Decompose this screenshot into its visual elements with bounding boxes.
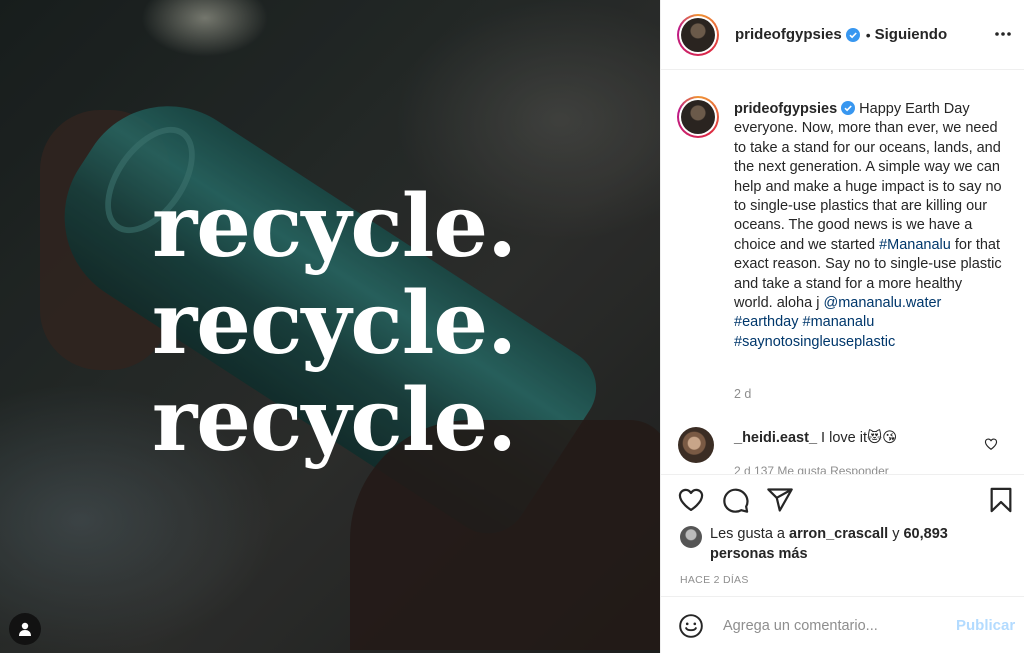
add-comment-bar: Publicar [661,596,1024,653]
post-caption: prideofgypsies Happy Earth Day everyone.… [734,100,1004,352]
bookmark-icon[interactable] [987,486,1015,514]
verified-badge-icon [841,101,856,115]
emoji-icon[interactable] [678,613,704,639]
avatar[interactable] [677,13,719,56]
hashtag-link[interactable]: #saynotosingleuseplastic [734,334,895,350]
image-headline: recycle. recycle. recycle. [152,176,517,471]
post-panel: prideofgypsies • Siguiendo prideofgypsie… [660,0,1024,653]
avatar[interactable] [680,526,702,548]
comment-input[interactable] [723,614,943,638]
action-bar: Les gusta a arron_crascall y 60,893 pers… [661,474,1024,596]
like-comment-heart-icon[interactable] [984,437,998,451]
more-options-icon[interactable] [993,24,1013,44]
comment-text: I love it😻😘 [821,430,898,446]
heart-icon[interactable] [677,486,705,514]
publish-button[interactable]: Publicar [956,617,1015,634]
avatar[interactable] [677,96,719,138]
mention-link[interactable]: @mananalu.water [823,295,941,311]
hashtag-link[interactable]: #mananalu [803,314,875,330]
caption-text: Happy Earth Day everyone. Now, more than… [734,101,1002,253]
comment-item: _heidi.east_ I love it😻😘 [734,430,897,446]
separator-dot: • [865,26,871,43]
comment-meta: 2 d 137 Me gusta Responder [734,464,889,474]
user-tag-button[interactable] [9,613,41,645]
hashtag-link[interactable]: #earthday [734,314,799,330]
likes-user[interactable]: arron_crascall [789,526,888,542]
comments-section[interactable]: prideofgypsies Happy Earth Day everyone.… [661,71,1024,474]
share-icon[interactable] [766,486,794,514]
caption-username[interactable]: prideofgypsies [734,101,837,117]
header-username[interactable]: prideofgypsies [735,26,842,43]
caption-time[interactable]: 2 d [734,387,751,401]
hashtag-link[interactable]: #Mananalu [879,237,951,253]
verified-badge-icon [845,27,860,42]
comment-icon[interactable] [722,486,750,514]
user-tag-icon [19,622,31,636]
headline-line: recycle. [152,370,517,471]
follow-button[interactable]: Siguiendo [875,26,948,43]
headline-line: recycle. [152,176,517,277]
post-date[interactable]: HACE 2 DÍAS [680,574,749,586]
avatar[interactable] [678,427,714,463]
likes-conj: y [892,526,900,542]
post-image[interactable]: recycle. recycle. recycle. [0,0,660,653]
comment-username[interactable]: _heidi.east_ [734,430,817,446]
post-header: prideofgypsies • Siguiendo [661,0,1024,70]
likes-prefix: Les gusta a [710,526,785,542]
headline-line: recycle. [152,273,517,374]
